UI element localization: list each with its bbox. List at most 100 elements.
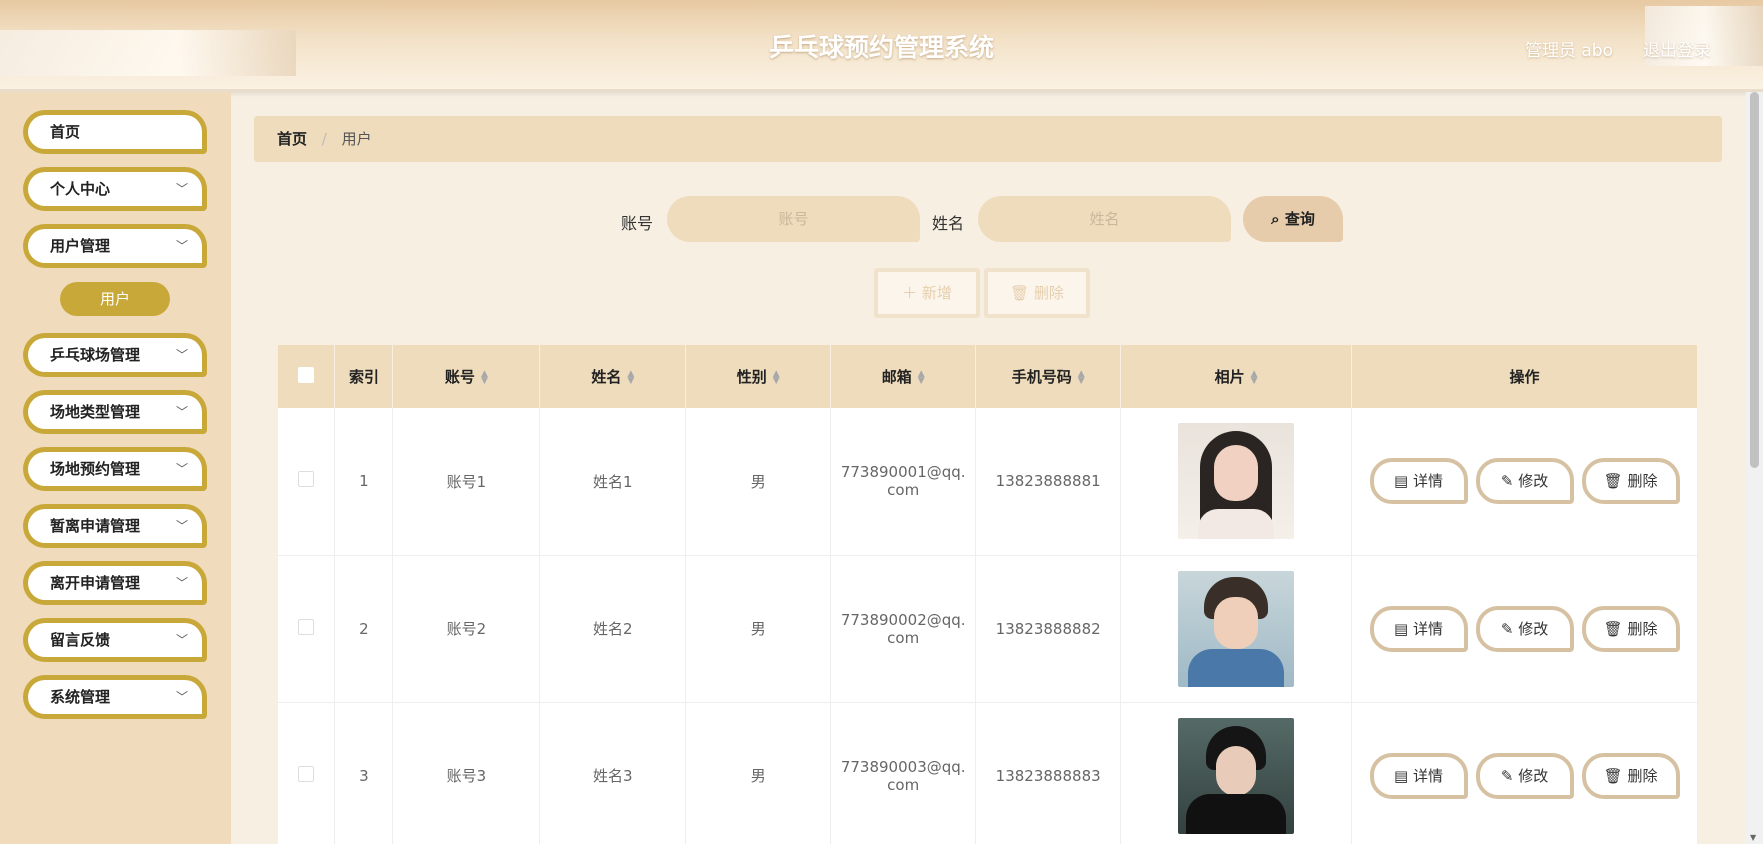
cell-email: 773890002@qq. com (830, 555, 977, 703)
edit-button[interactable]: ✎ 修改 (1475, 605, 1574, 652)
sidebar-item-user-management[interactable]: 用户管理 ﹀ (23, 224, 207, 268)
detail-button[interactable]: ▤ 详情 (1369, 605, 1468, 652)
cell-phone: 13823888883 (975, 702, 1122, 844)
document-icon: ▤ (1394, 619, 1409, 638)
vertical-scrollbar[interactable]: ▼ (1746, 92, 1763, 844)
account-search-input[interactable] (667, 196, 920, 242)
sort-icon[interactable]: ▲ ▼ (1251, 369, 1258, 385)
scrollbar-thumb[interactable] (1750, 92, 1759, 468)
column-header-operation: 操作 (1351, 345, 1698, 408)
cell-email: 773890001@qq. com (830, 408, 977, 556)
column-header-index: 索引 (334, 345, 394, 408)
column-header-phone[interactable]: 手机号码 ▲ ▼ (975, 345, 1122, 408)
email-line-1: 773890002@qq. (840, 610, 966, 629)
sidebar-item-label: 暂离申请管理 (50, 517, 141, 535)
user-photo (1178, 423, 1295, 540)
edit-button[interactable]: ✎ 修改 (1475, 458, 1574, 505)
column-header-photo[interactable]: 相片 ▲ ▼ (1120, 345, 1353, 408)
chevron-down-icon: ﹀ (175, 690, 188, 704)
sort-icon[interactable]: ▲ ▼ (773, 369, 780, 385)
delete-button-label: 删除 (1033, 284, 1064, 302)
column-header-label: 手机号码 (1011, 368, 1072, 386)
logout-link[interactable]: 退出登录 (1643, 36, 1711, 61)
sidebar-item-venue-booking[interactable]: 场地预约管理 ﹀ (23, 447, 207, 491)
column-header-label: 相片 (1214, 368, 1245, 386)
edit-button-label: 修改 (1518, 766, 1549, 785)
cell-index: 3 (334, 702, 394, 844)
column-header-label: 姓名 (591, 368, 622, 386)
edit-button-label: 修改 (1518, 619, 1549, 638)
cell-gender: 男 (685, 555, 832, 703)
sidebar-item-feedback[interactable]: 留言反馈 ﹀ (23, 618, 207, 662)
edit-button-label: 修改 (1518, 472, 1549, 491)
batch-delete-button[interactable]: 🗑 删除 (984, 268, 1090, 318)
column-header-label: 邮箱 (881, 368, 912, 386)
pencil-icon: ✎ (1500, 766, 1514, 785)
detail-button[interactable]: ▤ 详情 (1369, 458, 1468, 505)
select-all-header (278, 345, 336, 408)
sort-icon[interactable]: ▲ ▼ (481, 369, 488, 385)
email-line-1: 773890001@qq. (840, 463, 966, 482)
chevron-down-icon: ﹀ (175, 348, 188, 362)
sidebar-item-home[interactable]: 首页 (23, 110, 207, 154)
detail-button-label: 详情 (1413, 766, 1444, 785)
document-icon: ▤ (1394, 472, 1409, 491)
app-title: 乒乓球预约管理系统 (768, 33, 994, 62)
top-header: 乒乓球预约管理系统 管理员 abo 退出登录 (0, 0, 1763, 92)
sidebar-item-venue-type[interactable]: 场地类型管理 ﹀ (23, 390, 207, 434)
sidebar-item-label: 留言反馈 (50, 631, 111, 649)
row-checkbox[interactable] (298, 765, 315, 782)
row-select-cell (278, 408, 336, 556)
column-header-account[interactable]: 账号 ▲ ▼ (392, 345, 541, 408)
column-header-name[interactable]: 姓名 ▲ ▼ (539, 345, 687, 408)
name-search-input[interactable] (978, 196, 1231, 242)
delete-button-label: 删除 (1627, 472, 1658, 491)
breadcrumb-separator: / (321, 130, 327, 148)
email-line-2: com (887, 775, 920, 794)
add-button[interactable]: ＋ 新增 (874, 268, 980, 318)
cell-email: 773890003@qq. com (830, 702, 977, 844)
chevron-down-icon: ﹀ (175, 182, 188, 196)
table-row: 2 账号2 姓名2 男 773890002@qq. com 13823888882… (278, 555, 1698, 703)
breadcrumb-current: 用户 (341, 130, 372, 148)
sort-icon[interactable]: ▲ ▼ (1078, 369, 1085, 385)
query-button[interactable]: ⌕ 查询 (1243, 196, 1343, 242)
row-select-cell (278, 555, 336, 703)
scroll-down-arrow-icon[interactable]: ▼ (1750, 833, 1756, 842)
edit-button[interactable]: ✎ 修改 (1475, 752, 1574, 799)
name-label: 姓名 (932, 214, 965, 233)
row-checkbox[interactable] (298, 618, 315, 635)
row-checkbox[interactable] (298, 471, 315, 488)
sort-icon[interactable]: ▲ ▼ (627, 369, 634, 385)
delete-button[interactable]: 🗑 删除 (1581, 458, 1680, 505)
sidebar-item-personal-center[interactable]: 个人中心 ﹀ (23, 167, 207, 211)
cell-phone: 13823888882 (975, 555, 1122, 703)
query-button-label: 查询 (1284, 210, 1315, 228)
sidebar-item-label: 用户管理 (50, 237, 111, 255)
column-header-email[interactable]: 邮箱 ▲ ▼ (830, 345, 977, 408)
sort-icon[interactable]: ▲ ▼ (918, 369, 925, 385)
cell-gender: 男 (685, 702, 832, 844)
sidebar-item-system[interactable]: 系统管理 ﹀ (23, 675, 207, 719)
column-header-gender[interactable]: 性别 ▲ ▼ (685, 345, 832, 408)
delete-button-label: 删除 (1627, 766, 1658, 785)
table-row: 3 账号3 姓名3 男 773890003@qq. com 13823888883… (278, 702, 1698, 844)
sidebar-subitem-users[interactable]: 用户 (60, 282, 170, 316)
user-photo (1178, 717, 1295, 834)
cell-name: 姓名3 (539, 702, 687, 844)
sidebar-item-temp-leave[interactable]: 暂离申请管理 ﹀ (23, 504, 207, 548)
trash-icon: 🗑 (1010, 284, 1030, 302)
delete-button[interactable]: 🗑 删除 (1581, 752, 1680, 799)
sidebar-item-label: 系统管理 (50, 688, 111, 706)
user-photo (1178, 570, 1295, 687)
sidebar-item-table-tennis-court[interactable]: 乒乓球场管理 ﹀ (23, 333, 207, 377)
column-header-label: 性别 (736, 368, 767, 386)
chevron-down-icon: ﹀ (175, 405, 188, 419)
select-all-checkbox[interactable] (298, 366, 315, 383)
breadcrumb-home[interactable]: 首页 (277, 130, 307, 148)
delete-button[interactable]: 🗑 删除 (1581, 605, 1680, 652)
detail-button[interactable]: ▤ 详情 (1369, 752, 1468, 799)
sidebar-item-leave-application[interactable]: 离开申请管理 ﹀ (23, 561, 207, 605)
cell-name: 姓名2 (539, 555, 687, 703)
chevron-down-icon: ﹀ (175, 239, 188, 253)
